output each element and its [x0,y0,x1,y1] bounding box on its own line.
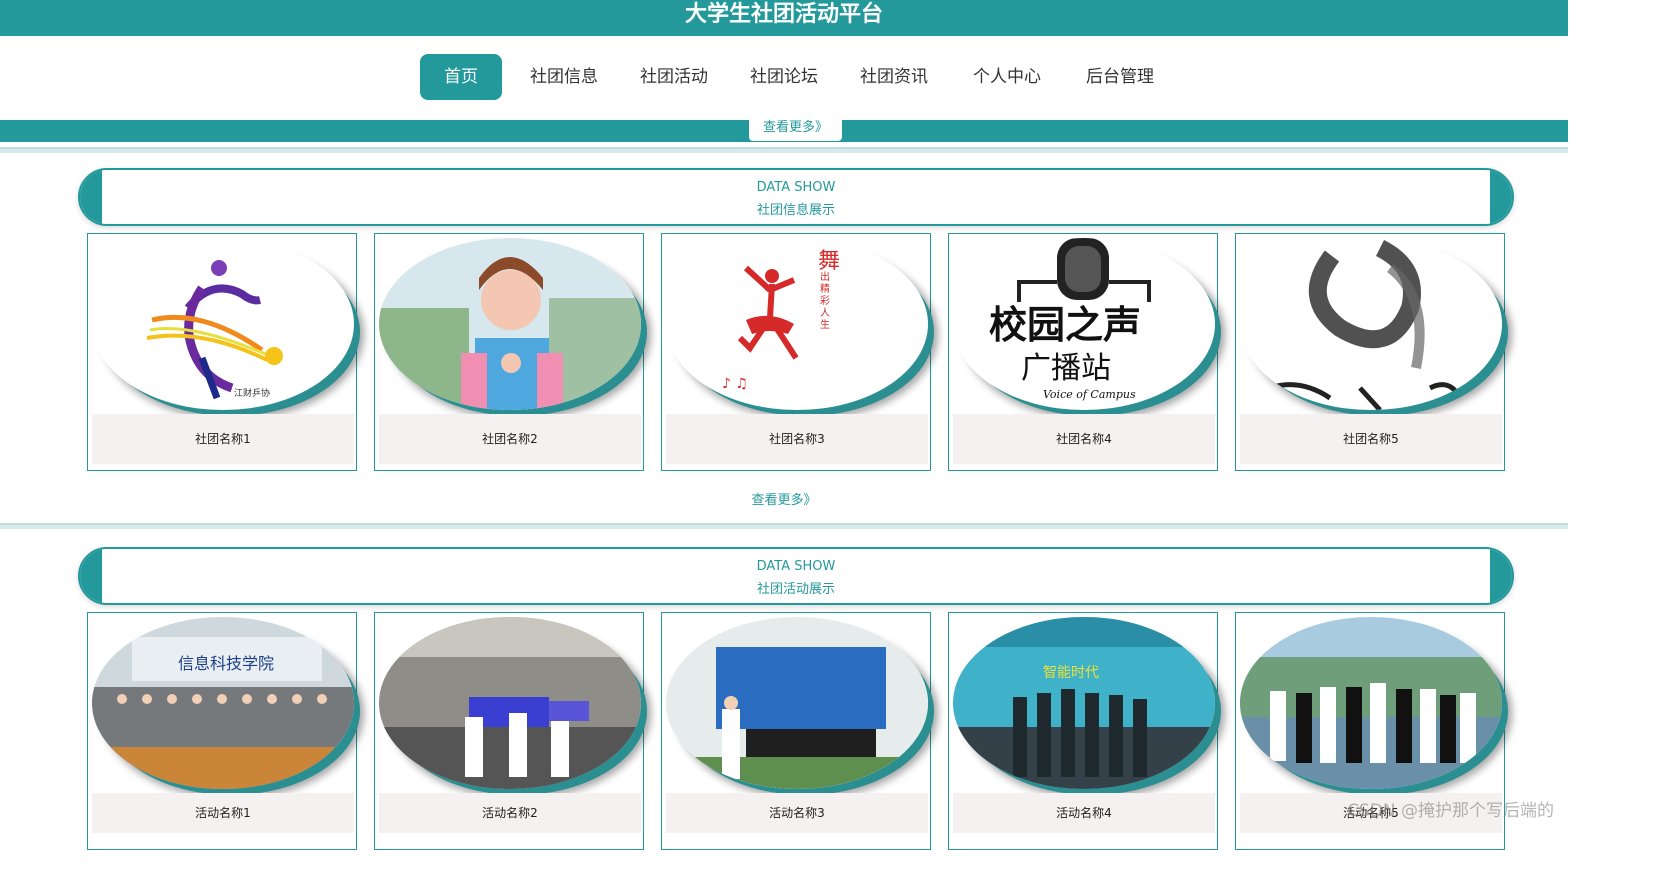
section-divider [0,523,1568,529]
activity-photo-image: 智能时代 [953,617,1215,789]
csdn-watermark: CSDN @掩护那个写后端的 [1347,801,1554,821]
club-card[interactable]: 校园之声 广播站 Voice of Campus 社团名称4 [948,233,1218,471]
activity-name: 活动名称1 [92,793,354,833]
svg-text:生: 生 [820,318,830,331]
club-logo-line2: 广播站 [1021,351,1111,386]
banner-more-link[interactable]: 查看更多》 [749,117,842,141]
svg-text:精: 精 [820,282,830,295]
activity-photo-image [666,617,928,789]
nav-item-home[interactable]: 首页 [420,54,502,100]
activity-name: 活动名称4 [953,793,1215,833]
nav-item-personal-center[interactable]: 个人中心 [959,54,1055,100]
activity-card[interactable]: 智能时代 活动名称4 [948,612,1218,850]
club-photo-image [379,238,641,410]
club-name: 社团名称3 [666,414,928,464]
club-logo-image: 江财乒协 [92,238,354,410]
site-title: 大学生社团活动平台 [684,2,883,27]
clubs-heading-en: DATA SHOW [756,180,836,195]
activity-name: 活动名称3 [666,793,928,833]
club-name: 社团名称4 [953,414,1215,464]
activities-section-header: DATA SHOW 社团活动展示 [78,547,1514,605]
page: 大学生社团活动平台 首页 社团信息 社团活动 社团论坛 社团资讯 个人中心 后台… [0,0,1664,875]
activity-card[interactable]: 活动名称2 [374,612,644,850]
nav-item-club-info[interactable]: 社团信息 [516,54,612,100]
clubs-more-link[interactable]: 查看更多》 [0,489,1568,508]
activity-photo-image [1240,617,1502,789]
svg-text:信息科技学院: 信息科技学院 [178,654,274,673]
club-logo-image [1240,238,1502,410]
club-card[interactable]: 舞 出 精 彩 人 生 ♪ ♫ 社团名称3 [661,233,931,471]
club-logo-image: 舞 出 精 彩 人 生 ♪ ♫ [666,238,928,410]
svg-text:彩: 彩 [820,295,830,307]
activities-heading-en: DATA SHOW [756,559,836,574]
activity-card[interactable]: 活动名称3 [661,612,931,850]
club-logo-line3: Voice of Campus [1043,388,1136,401]
clubs-section-header: DATA SHOW 社团信息展示 [78,168,1514,226]
svg-text:♪ ♫: ♪ ♫ [722,376,748,392]
nav-item-club-activities[interactable]: 社团活动 [626,54,722,100]
activities-heading-cn: 社团活动展示 [756,582,835,597]
svg-text:舞: 舞 [818,249,840,274]
activity-photo-image: 信息科技学院 [92,617,354,789]
club-name: 社团名称1 [92,414,354,464]
club-logo-line1: 校园之声 [989,303,1141,347]
nav-item-club-news[interactable]: 社团资讯 [846,54,942,100]
club-card[interactable]: 社团名称2 [374,233,644,471]
club-name: 社团名称5 [1240,414,1502,464]
svg-text:智能时代: 智能时代 [1043,665,1099,681]
club-name: 社团名称2 [379,414,641,464]
activity-photo-image [379,617,641,789]
club-card[interactable]: 江财乒协 社团名称1 [87,233,357,471]
activity-card[interactable]: 信息科技学院 活动名称1 [87,612,357,850]
svg-text:江财乒协: 江财乒协 [234,387,270,399]
svg-text:人: 人 [820,307,830,319]
svg-text:出: 出 [820,270,830,283]
section-divider [0,147,1568,153]
activity-name: 活动名称2 [379,793,641,833]
clubs-heading-cn: 社团信息展示 [756,203,835,218]
club-logo-image: 校园之声 广播站 Voice of Campus [953,238,1215,410]
nav-item-club-forum[interactable]: 社团论坛 [736,54,832,100]
nav-item-admin[interactable]: 后台管理 [1072,54,1168,100]
club-card[interactable]: 社团名称5 [1235,233,1505,471]
top-header-bar: 大学生社团活动平台 [0,0,1568,36]
